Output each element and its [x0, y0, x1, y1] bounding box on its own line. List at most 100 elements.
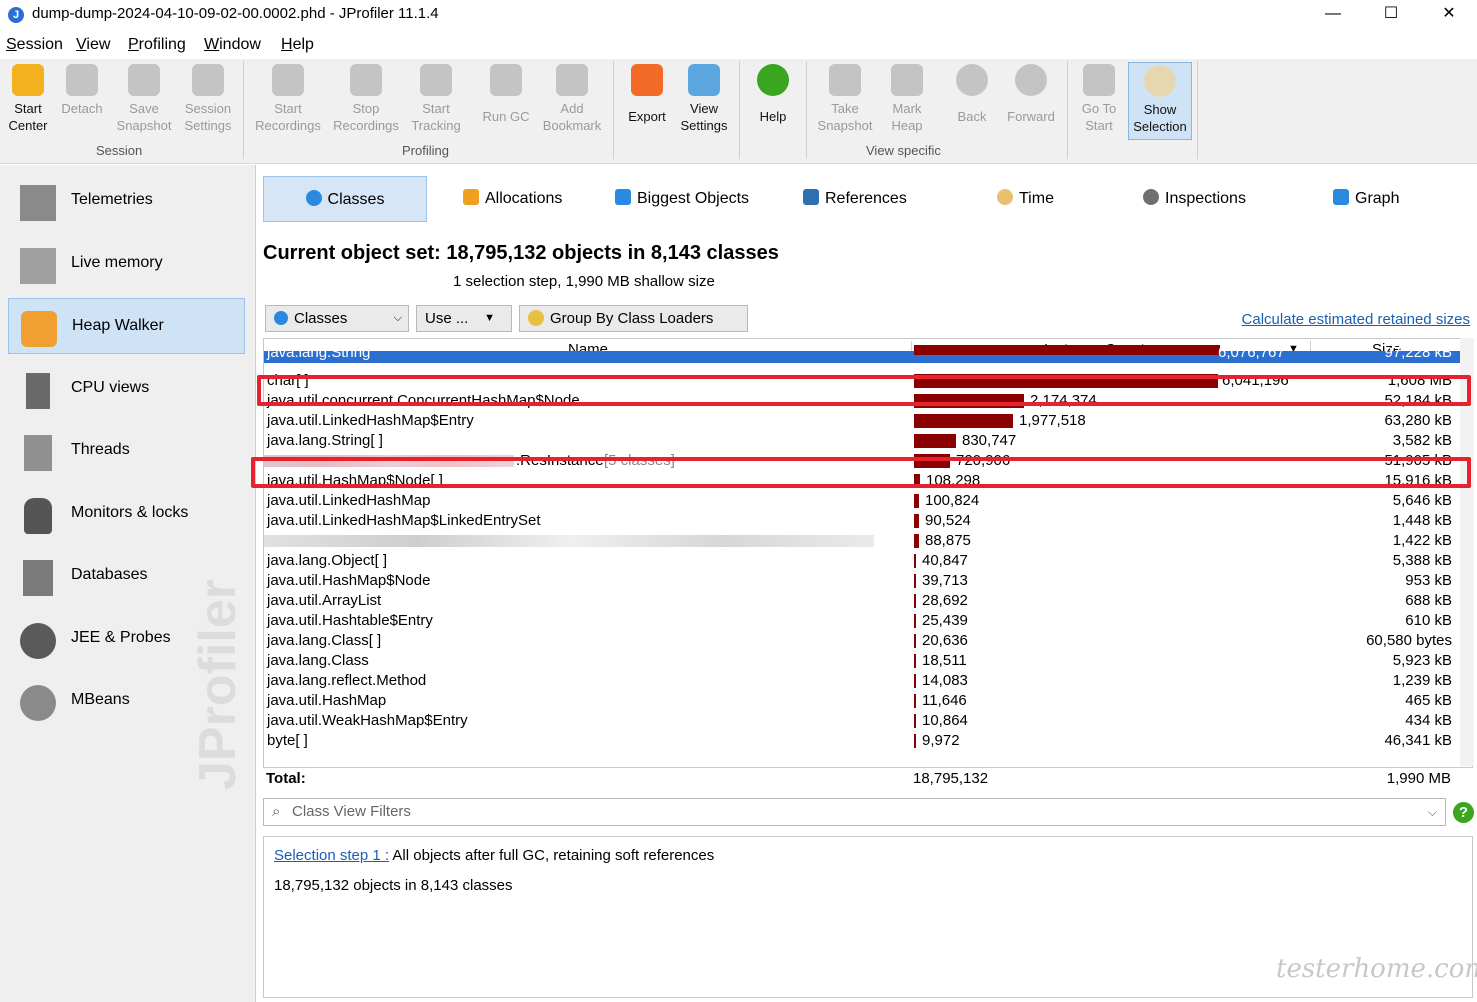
table-row[interactable]: java.util.ArrayList 28,692 688 kB [264, 591, 1460, 611]
menu-help[interactable]: Help [281, 36, 314, 54]
go-to-start-button[interactable]: Go To Start [1072, 62, 1126, 140]
forward-button[interactable]: Forward [1000, 62, 1062, 140]
table-row[interactable]: java.util.LinkedHashMap$LinkedEntrySet 90… [264, 511, 1460, 531]
table-row[interactable]: java.lang.Class 18,511 5,923 kB [264, 651, 1460, 671]
heap-walker-panel: Classes Allocations Biggest Objects Refe… [257, 165, 1477, 1002]
toolbar-separator [739, 61, 740, 159]
run-gc-button[interactable]: Run GC [476, 62, 536, 140]
tab-allocations[interactable]: Allocations [463, 176, 562, 222]
jee-probes-icon [20, 623, 56, 659]
session-settings-icon [192, 64, 224, 96]
instance-count: 88,875 [925, 532, 971, 549]
instance-count-bar [914, 534, 919, 548]
use-button[interactable]: Use ... ▼ [416, 305, 512, 332]
sidebar-item-heap-walker[interactable]: Heap Walker [8, 298, 245, 354]
help-icon [757, 64, 789, 96]
calculate-retained-sizes-link[interactable]: Calculate estimated retained sizes [1242, 311, 1470, 328]
total-row: Total: 18,795,132 1,990 MB [263, 767, 1473, 789]
sidebar-item-telemetries[interactable]: Telemetries [8, 173, 245, 229]
shallow-size: 63,280 kB [1384, 412, 1452, 429]
class-name: java.util.ArrayList [267, 592, 382, 609]
tab-biggest-objects[interactable]: Biggest Objects [615, 176, 749, 222]
close-button[interactable]: ✕ [1420, 0, 1477, 30]
table-row[interactable]: java.util.LinkedHashMap$Entry 1,977,518 63… [264, 411, 1460, 431]
table-row[interactable]: java.util.Hashtable$Entry 25,439 610 kB [264, 611, 1460, 631]
start-recordings-button[interactable]: Start Recordings [250, 62, 326, 140]
table-row[interactable]: 88,875 1,422 kB [264, 531, 1460, 551]
add-bookmark-button[interactable]: Add Bookmark [538, 62, 606, 140]
class-name: java.lang.Class [267, 652, 369, 669]
maximize-button[interactable]: ☐ [1362, 0, 1420, 30]
mark-heap-button[interactable]: Mark Heap [880, 62, 934, 140]
total-count: 18,795,132 [913, 770, 989, 787]
show-selection-button[interactable]: Show Selection [1128, 62, 1192, 140]
class-view-filter-input[interactable]: ⌕ Class View Filters ⌵ [263, 798, 1446, 826]
export-button[interactable]: Export [620, 62, 674, 140]
class-name: byte[ ] [267, 732, 308, 749]
table-row[interactable]: byte[ ] 9,972 46,341 kB [264, 731, 1460, 751]
table-row[interactable]: java.lang.Class[ ] 20,636 60,580 bytes [264, 631, 1460, 651]
back-button[interactable]: Back [946, 62, 998, 140]
shallow-size: 610 kB [1405, 612, 1452, 629]
instance-count: 28,692 [922, 592, 968, 609]
detach-button[interactable]: Detach [56, 62, 108, 140]
class-name: java.lang.Object[ ] [267, 552, 388, 569]
table-row[interactable]: java.lang.String[ ] 830,747 3,582 kB [264, 431, 1460, 451]
table-row[interactable]: java.lang.reflect.Method 14,083 1,239 kB [264, 671, 1460, 691]
table-row[interactable]: java.lang.String 6,076,767 97,228 kB [264, 344, 1460, 363]
page-title: Current object set: 18,795,132 objects i… [263, 242, 779, 264]
menu-profiling[interactable]: Profiling [128, 36, 186, 54]
menu-session[interactable]: Session [6, 36, 63, 54]
cpu-views-icon [26, 373, 50, 409]
table-row[interactable]: java.util.HashMap 11,646 465 kB [264, 691, 1460, 711]
tab-graph[interactable]: Graph [1333, 176, 1399, 222]
table-row[interactable]: java.lang.Object[ ] 40,847 5,388 kB [264, 551, 1460, 571]
table-row[interactable]: java.util.HashMap$Node 39,713 953 kB [264, 571, 1460, 591]
selection-step-link[interactable]: Selection step 1 : [274, 847, 389, 864]
threads-icon [24, 435, 52, 471]
menu-window[interactable]: Window [204, 36, 261, 54]
group-by-class-loaders-button[interactable]: Group By Class Loaders [519, 305, 748, 332]
class-name: java.lang.reflect.Method [267, 672, 427, 689]
tab-references[interactable]: References [803, 176, 907, 222]
view-settings-button[interactable]: View Settings [676, 62, 732, 140]
instance-count: 18,511 [922, 652, 967, 669]
classes-icon [274, 311, 288, 325]
shallow-size: 434 kB [1405, 712, 1452, 729]
stop-recordings-button[interactable]: Stop Recordings [328, 62, 404, 140]
instance-count-bar [914, 494, 919, 508]
view-select[interactable]: Classes ⌵ [265, 305, 409, 332]
start-center-button[interactable]: Start Center [2, 62, 54, 140]
tab-classes[interactable]: Classes [263, 176, 427, 222]
menu-view[interactable]: View [76, 36, 110, 54]
start-tracking-button[interactable]: Start Tracking [406, 62, 466, 140]
go-to-start-icon [1083, 64, 1115, 96]
save-snapshot-button[interactable]: Save Snapshot [112, 62, 176, 140]
help-button[interactable]: Help [746, 62, 800, 140]
title-bar: J dump-dump-2024-04-10-09-02-00.0002.phd… [0, 0, 1477, 30]
table-row[interactable]: java.util.WeakHashMap$Entry 10,864 434 kB [264, 711, 1460, 731]
databases-icon [23, 560, 53, 596]
session-settings-button[interactable]: Session Settings [178, 62, 238, 140]
tab-time[interactable]: Time [997, 176, 1054, 222]
sidebar-item-monitors-locks[interactable]: Monitors & locks [8, 486, 245, 542]
sidebar-item-cpu-views[interactable]: CPU views [8, 361, 245, 417]
take-snapshot-icon [829, 64, 861, 96]
chevron-down-icon[interactable]: ⌵ [1428, 799, 1437, 825]
sidebar-item-live-memory[interactable]: Live memory [8, 236, 245, 292]
window-title: dump-dump-2024-04-10-09-02-00.0002.phd -… [32, 5, 439, 22]
take-snapshot-button[interactable]: Take Snapshot [812, 62, 878, 140]
filter-help-icon[interactable]: ? [1453, 802, 1474, 823]
toolbar-separator [806, 61, 807, 159]
instance-count: 14,083 [922, 672, 968, 689]
time-icon [997, 189, 1013, 205]
instance-count-bar [914, 414, 1013, 428]
table-row[interactable]: java.util.LinkedHashMap 100,824 5,646 kB [264, 491, 1460, 511]
instance-count-bar [914, 345, 1220, 355]
tab-inspections[interactable]: Inspections [1143, 176, 1246, 222]
instance-count: 11,646 [922, 692, 967, 709]
sidebar-item-threads[interactable]: Threads [8, 423, 245, 479]
graph-icon [1333, 189, 1349, 205]
instance-count: 39,713 [922, 572, 968, 589]
minimize-button[interactable]: — [1304, 0, 1362, 30]
